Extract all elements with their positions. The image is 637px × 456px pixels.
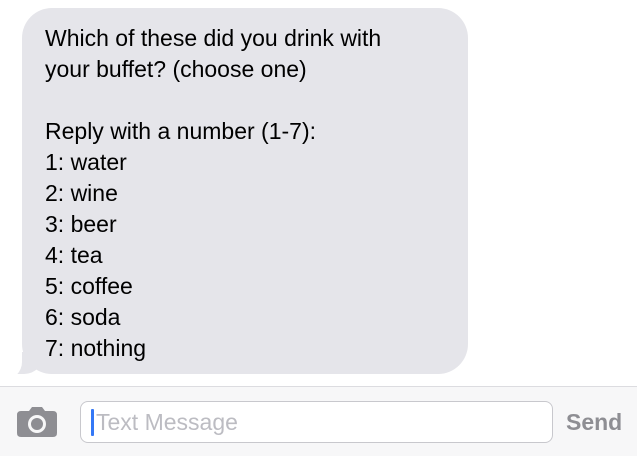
message-line: Which of these did you drink with <box>45 25 382 51</box>
message-line: 2: wine <box>45 180 118 206</box>
message-line: Reply with a number (1-7): <box>45 118 316 144</box>
message-line: your buffet? (choose one) <box>45 56 307 82</box>
send-button[interactable]: Send <box>566 401 622 443</box>
message-input-bar: Text Message Send <box>0 386 637 456</box>
camera-icon[interactable] <box>17 407 57 437</box>
message-line: 7: nothing <box>45 335 147 361</box>
message-line: 5: coffee <box>45 273 133 299</box>
message-line: 4: tea <box>45 242 103 268</box>
message-line: 6: soda <box>45 304 121 330</box>
messages-screen: Which of these did you drink with your b… <box>0 0 637 456</box>
incoming-message-bubble: Which of these did you drink with your b… <box>22 8 468 374</box>
bubble-tail-mask <box>0 340 22 380</box>
text-cursor <box>91 409 94 436</box>
text-message-placeholder: Text Message <box>96 409 238 435</box>
message-line: 1: water <box>45 149 127 175</box>
message-line: 3: beer <box>45 211 117 237</box>
text-message-input[interactable]: Text Message <box>80 401 553 443</box>
